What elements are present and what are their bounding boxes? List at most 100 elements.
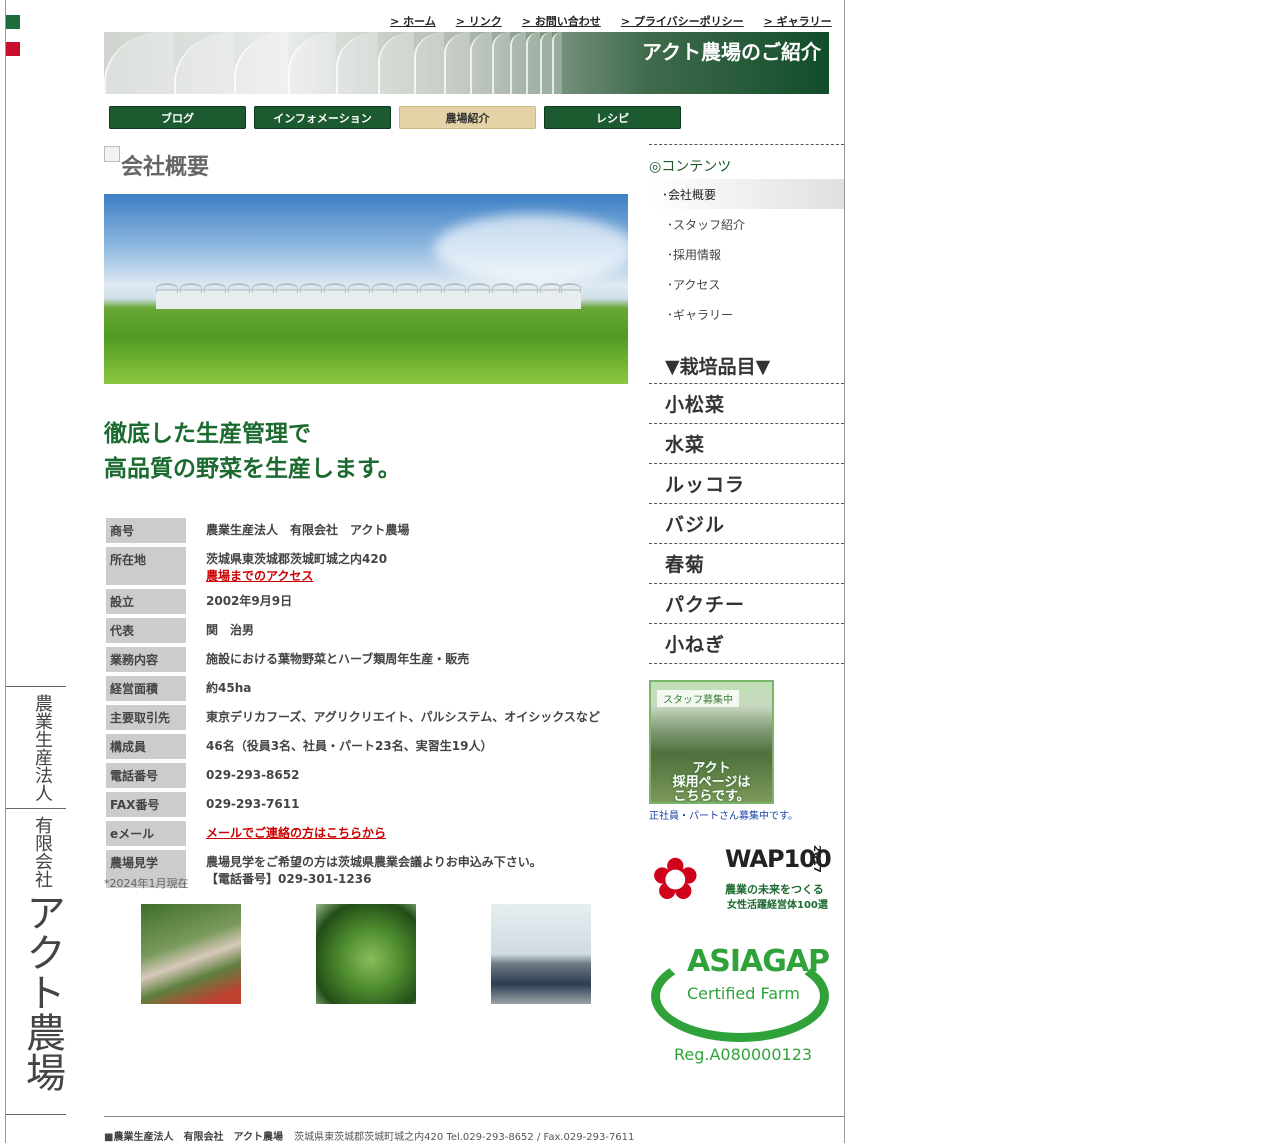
- table-row: 構成員 46名（役員3名、社員・パート23名、実習生19人）: [106, 734, 627, 759]
- tagline-line2: 高品質の野菜を生産します。: [104, 456, 401, 482]
- rail-divider: [6, 686, 66, 687]
- table-row: 商号 農業生産法人 有限会社 アクト農場: [106, 518, 627, 543]
- recruit-text: アクト 採用ページは こちらです。: [651, 762, 772, 804]
- sidebar-divider: [649, 663, 844, 664]
- sidebar-contents-title: ◎コンテンツ: [649, 159, 732, 175]
- info-key: eメール: [106, 821, 186, 846]
- tour-text: 農場見学をご希望の方は茨城県農業会議よりお申込み下さい。: [206, 855, 542, 869]
- nav-gallery-link[interactable]: > ギャラリー: [764, 13, 832, 29]
- nav-privacy-link[interactable]: > プライバシーポリシー: [621, 13, 744, 29]
- tab-blog[interactable]: ブログ: [109, 106, 246, 129]
- sidebar-item-access[interactable]: ･アクセス: [649, 269, 844, 299]
- access-link[interactable]: 農場までのアクセス: [206, 569, 313, 583]
- crops-title: ▼栽培品目▼: [665, 356, 771, 378]
- info-value: 029-293-7611: [206, 797, 300, 811]
- info-key: 経営面積: [106, 676, 186, 701]
- side-label-company-type: 有限会社: [32, 816, 53, 888]
- table-row: 電話番号 029-293-8652: [106, 763, 627, 788]
- table-row: 経営面積 約45ha: [106, 676, 627, 701]
- gallery-photo-greenhouse[interactable]: [491, 904, 591, 1004]
- asiagap-title: ASIAGAP: [687, 944, 830, 979]
- rail-divider: [6, 808, 66, 809]
- tagline: 徹底した生産管理で 高品質の野菜を生産します。: [104, 417, 401, 487]
- page-title: 会社概要: [104, 145, 209, 181]
- red-square-icon: [6, 42, 20, 56]
- sidebar-item-gallery[interactable]: ･ギャラリー: [649, 299, 844, 329]
- tab-information[interactable]: インフォメーション: [254, 106, 391, 129]
- side-label-company-name: アクト農場: [19, 892, 65, 1092]
- info-key: 業務内容: [106, 647, 186, 672]
- recruit-text-line1: アクト: [692, 761, 731, 776]
- table-row: FAX番号 029-293-7611: [106, 792, 627, 817]
- info-value-cell: 茨城県東茨城郡茨城町城之内420 農場までのアクセス: [188, 547, 627, 585]
- content-right-border: [844, 0, 845, 1143]
- table-row: 主要取引先 東京デリカフーズ、アグリクリエイト、パルシステム、オイシックスなど: [106, 705, 627, 730]
- crop-coriander[interactable]: パクチー: [649, 583, 844, 623]
- asiagap-logo[interactable]: ASIAGAP Certified Farm Reg.A080000123: [649, 940, 831, 1070]
- crop-komatsuna[interactable]: 小松菜: [649, 383, 844, 423]
- wap100-logo[interactable]: ✿ WAP100 2017 農業の未来をつくる 女性活躍経営体100選: [649, 843, 832, 923]
- tab-recipe[interactable]: レシピ: [544, 106, 681, 129]
- recruit-text-line3: こちらです。: [673, 789, 750, 804]
- table-row: eメール メールでご連絡の方はこちらから: [106, 821, 627, 846]
- info-key: 商号: [106, 518, 186, 543]
- side-label-corp-type: 農業生産法人: [32, 694, 53, 802]
- recruit-caption: 正社員・パートさん募集中です。: [649, 811, 798, 822]
- tour-phone: 【電話番号】029-301-1236: [206, 872, 372, 886]
- footer-address: 茨城県東茨城郡茨城町城之内420 Tel.029-293-8652 / Fax.…: [294, 1132, 635, 1143]
- info-key: 設立: [106, 589, 186, 614]
- info-value: 施設における葉物野菜とハーブ類周年生産・販売: [206, 652, 470, 666]
- tab-farm-intro[interactable]: 農場紹介: [399, 106, 536, 129]
- wap100-year: 2017: [811, 845, 822, 873]
- main-tabs: ブログ インフォメーション 農場紹介 レシピ: [109, 106, 681, 129]
- farm-hero-image: [104, 194, 628, 384]
- info-value: 029-293-8652: [206, 768, 300, 782]
- sidebar-item-company[interactable]: ･会社概要: [649, 179, 844, 209]
- email-contact-link[interactable]: メールでご連絡の方はこちらから: [206, 826, 386, 840]
- recruit-badge: スタッフ募集中: [657, 690, 739, 707]
- crop-green-onion[interactable]: 小ねぎ: [649, 623, 844, 663]
- table-row: 設立 2002年9月9日: [106, 589, 627, 614]
- crop-shungiku[interactable]: 春菊: [649, 543, 844, 583]
- info-key: 主要取引先: [106, 705, 186, 730]
- asiagap-subtitle: Certified Farm: [687, 984, 800, 1003]
- nav-home-link[interactable]: > ホーム: [390, 13, 436, 29]
- broken-image-icon: [104, 146, 120, 162]
- footer-divider: [104, 1116, 845, 1117]
- header-banner: アクト農場のご紹介: [104, 32, 829, 94]
- crop-basil[interactable]: バジル: [649, 503, 844, 543]
- info-key: FAX番号: [106, 792, 186, 817]
- info-key: 構成員: [106, 734, 186, 759]
- info-value: 約45ha: [206, 681, 252, 695]
- wap100-line1: 農業の未来をつくる: [725, 883, 824, 896]
- info-value: 関 治男: [206, 623, 255, 637]
- crop-mizuna[interactable]: 水菜: [649, 423, 844, 463]
- address-text: 茨城県東茨城郡茨城町城之内420: [206, 552, 388, 566]
- gallery-photo-harvest[interactable]: [141, 904, 241, 1004]
- info-key: 代表: [106, 618, 186, 643]
- recruit-banner[interactable]: スタッフ募集中 アクト 採用ページは こちらです。: [649, 680, 774, 804]
- rail-divider: [6, 1114, 66, 1115]
- greenhouse-image: [104, 32, 584, 94]
- nav-contact-link[interactable]: > お問い合わせ: [522, 13, 601, 29]
- page-title-text: 会社概要: [121, 155, 210, 180]
- gallery-photo-plant[interactable]: [316, 904, 416, 1004]
- footer-company: ■農業生産法人 有限会社 アクト農場: [104, 1132, 283, 1143]
- info-value: 東京デリカフーズ、アグリクリエイト、パルシステム、オイシックスなど: [206, 710, 600, 724]
- info-key: 電話番号: [106, 763, 186, 788]
- footer: ■農業生産法人 有限会社 アクト農場 茨城県東茨城郡茨城町城之内420 Tel.…: [104, 1128, 634, 1143]
- table-row: 所在地 茨城県東茨城郡茨城町城之内420 農場までのアクセス: [106, 547, 627, 585]
- sidebar-item-staff[interactable]: ･スタッフ紹介: [649, 209, 844, 239]
- info-value-cell: メールでご連絡の方はこちらから: [188, 821, 627, 846]
- left-border: [5, 0, 6, 1143]
- wap100-line2: 女性活躍経営体100選: [727, 900, 828, 911]
- top-navigation: > ホーム > リンク > お問い合わせ > プライバシーポリシー > ギャラリ…: [390, 13, 832, 29]
- green-square-icon: [6, 15, 20, 29]
- table-row: 業務内容 施設における葉物野菜とハーブ類周年生産・販売: [106, 647, 627, 672]
- nav-links-link[interactable]: > リンク: [456, 13, 502, 29]
- sidebar-item-recruit[interactable]: ･採用情報: [649, 239, 844, 269]
- crop-arugula[interactable]: ルッコラ: [649, 463, 844, 503]
- ribbon-icon: ✿: [651, 845, 700, 913]
- as-of-note: *2024年1月現在: [104, 877, 189, 890]
- info-value: 2002年9月9日: [206, 594, 293, 608]
